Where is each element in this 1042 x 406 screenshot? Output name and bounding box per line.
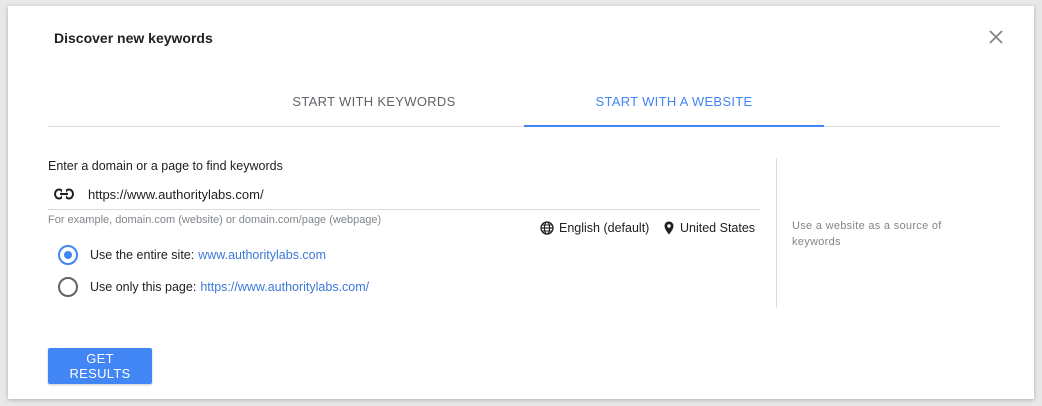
tab-label: START WITH KEYWORDS (292, 94, 456, 109)
tab-start-with-keywords[interactable]: START WITH KEYWORDS (236, 82, 512, 126)
url-input[interactable] (88, 182, 748, 206)
tab-bar: START WITH KEYWORDS START WITH A WEBSITE (48, 82, 1000, 127)
discover-keywords-dialog: Discover new keywords START WITH KEYWORD… (8, 6, 1034, 399)
location-label: United States (680, 221, 756, 235)
url-hint: For example, domain.com (website) or dom… (48, 214, 382, 226)
close-icon[interactable] (987, 28, 1005, 46)
link-icon (54, 187, 74, 201)
option-label: Use the entire site: (90, 248, 195, 262)
active-tab-indicator (524, 125, 824, 127)
get-results-button[interactable]: GET RESULTS (48, 348, 152, 384)
radio-this-page[interactable] (58, 277, 78, 297)
option-entire-site[interactable]: Use the entire site: www.authoritylabs.c… (58, 245, 326, 265)
tab-start-with-website[interactable]: START WITH A WEBSITE (524, 82, 824, 127)
location-pin-icon (664, 221, 674, 235)
globe-icon (540, 221, 554, 235)
location-selector[interactable]: United States (664, 221, 755, 235)
url-input-row (48, 182, 760, 210)
vertical-divider (776, 158, 777, 308)
url-field-label: Enter a domain or a page to find keyword… (48, 159, 283, 173)
option-link: www.authoritylabs.com (198, 248, 327, 262)
radio-entire-site[interactable] (58, 245, 78, 265)
dialog-title: Discover new keywords (54, 30, 213, 46)
side-help-text: Use a website as a source of keywords (792, 220, 942, 248)
option-label: Use only this page: (90, 280, 197, 294)
option-link: https://www.authoritylabs.com/ (200, 280, 370, 294)
option-this-page[interactable]: Use only this page: https://www.authorit… (58, 277, 369, 297)
language-label: English (default) (559, 221, 650, 235)
tab-label: START WITH A WEBSITE (595, 94, 753, 109)
language-selector[interactable]: English (default) (540, 221, 649, 235)
